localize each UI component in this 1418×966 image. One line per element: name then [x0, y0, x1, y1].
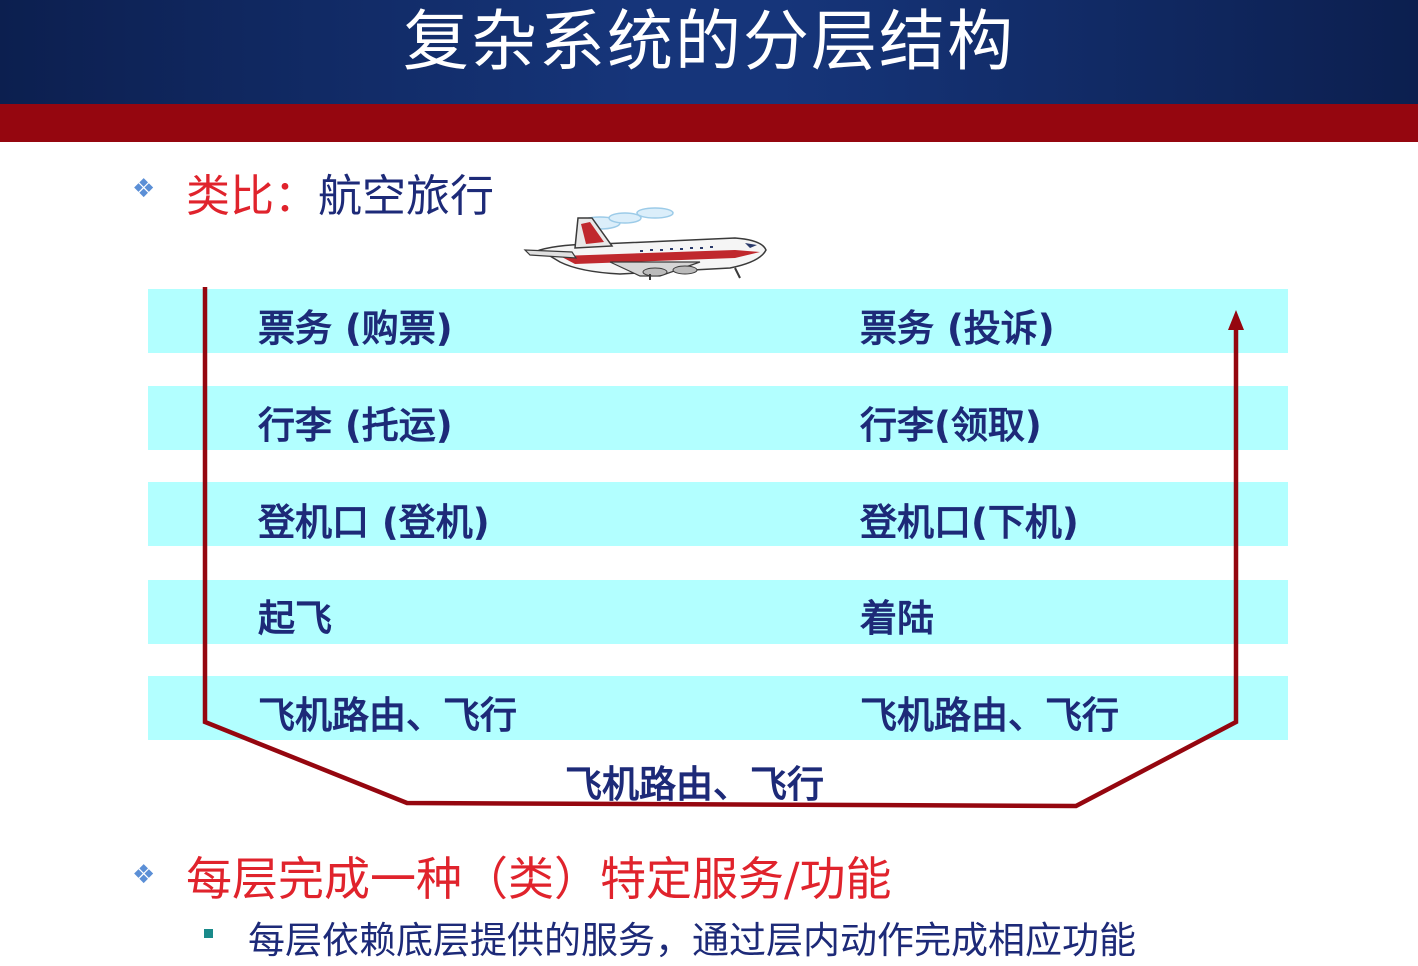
layer-left-label-5: 飞机路由、飞行 [258, 694, 517, 737]
layer-left-label-1: 票务 (购票) [258, 307, 453, 350]
layer-right-label-3: 登机口(下机) [860, 501, 1079, 544]
bottom-route-label: 飞机路由、飞行 [565, 763, 824, 806]
diamond-bullet-icon: ❖ [132, 860, 156, 890]
square-bullet-icon [204, 929, 213, 938]
slide-title: 复杂系统的分层结构 [403, 3, 1015, 80]
title-accent-band [0, 104, 1418, 142]
layer-left-label-4: 起飞 [258, 597, 332, 640]
analogy-heading: 类比：航空旅行 [186, 160, 494, 224]
layer-left-label-2: 行李 (托运) [258, 404, 453, 447]
point-heading: 每层完成一种（类）特定服务/功能 [186, 852, 892, 906]
layer-right-label-5: 飞机路由、飞行 [860, 694, 1119, 737]
layer-left-label-3: 登机口 (登机) [258, 501, 490, 544]
point-subtext: 每层依赖底层提供的服务，通过层内动作完成相应功能 [248, 919, 1136, 962]
layer-right-label-2: 行李(领取) [860, 404, 1042, 447]
layer-right-label-1: 票务 (投诉) [860, 307, 1055, 350]
analogy-topic: 航空旅行 [318, 171, 494, 222]
layer-right-label-4: 着陆 [860, 597, 934, 640]
diamond-bullet-icon: ❖ [132, 174, 156, 204]
analogy-label: 类比： [186, 171, 318, 222]
